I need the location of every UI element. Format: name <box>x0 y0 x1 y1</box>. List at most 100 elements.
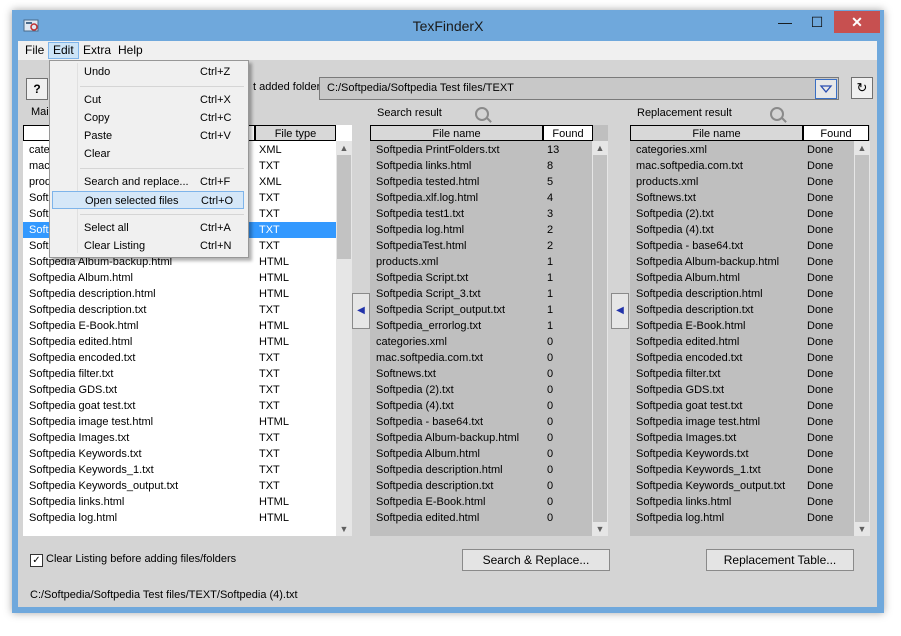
replacement-result-row[interactable]: Softpedia (4).txt Done <box>630 222 854 238</box>
search-result-row[interactable]: Softpedia PrintFolders.txt 13 <box>370 142 592 158</box>
search-result-row[interactable]: Softpedia Script.txt 1 <box>370 270 592 286</box>
scroll-down-icon[interactable]: ▼ <box>854 522 870 536</box>
replacement-result-row[interactable]: Softpedia (2).txt Done <box>630 206 854 222</box>
search-result-row[interactable]: Softpedia - base64.txt 0 <box>370 414 592 430</box>
replace-name-header[interactable]: File name <box>630 125 803 141</box>
menu-edit[interactable]: Edit <box>48 42 79 59</box>
move-left-button-2[interactable]: ◀ <box>611 293 629 329</box>
file-list-row[interactable]: Softpedia E-Book.html HTML <box>23 318 336 334</box>
path-dropdown-button[interactable] <box>815 79 837 99</box>
search-result-row[interactable]: Softpedia Script_output.txt 1 <box>370 302 592 318</box>
search-result-row[interactable]: products.xml 1 <box>370 254 592 270</box>
replacement-result-row[interactable]: products.xml Done <box>630 174 854 190</box>
search-result-row[interactable]: Softpedia (2).txt 0 <box>370 382 592 398</box>
search-result-row[interactable]: Softpedia log.html 2 <box>370 222 592 238</box>
refresh-button[interactable]: ↻ <box>851 77 873 99</box>
file-list-row[interactable]: Softpedia goat test.txt TXT <box>23 398 336 414</box>
scroll-up-icon[interactable]: ▲ <box>336 141 352 155</box>
file-list-row[interactable]: Softpedia Keywords_output.txt TXT <box>23 478 336 494</box>
replacement-result-row[interactable]: categories.xml Done <box>630 142 854 158</box>
edit-menu-item[interactable]: Select all Ctrl+A <box>52 219 244 237</box>
replacement-result-row[interactable]: Softpedia links.html Done <box>630 494 854 510</box>
edit-menu-item[interactable]: Paste Ctrl+V <box>52 127 244 145</box>
search-icon[interactable] <box>770 107 784 121</box>
scroll-thumb[interactable] <box>337 155 351 259</box>
replacement-result-row[interactable]: Softpedia Keywords_output.txt Done <box>630 478 854 494</box>
search-result-row[interactable]: Softpedia tested.html 5 <box>370 174 592 190</box>
file-list-row[interactable]: Softpedia log.html HTML <box>23 510 336 526</box>
scroll-up-icon[interactable]: ▲ <box>854 141 870 155</box>
search-replace-button[interactable]: Search & Replace... <box>462 549 610 571</box>
file-list-row[interactable]: Softpedia image test.html HTML <box>23 414 336 430</box>
replacement-result-row[interactable]: Softpedia filter.txt Done <box>630 366 854 382</box>
search-found-header[interactable]: Found <box>543 125 593 141</box>
title-bar[interactable]: TexFinderX — ☐ ✕ <box>12 10 884 41</box>
replacement-result-row[interactable]: mac.softpedia.com.txt Done <box>630 158 854 174</box>
replacement-result-row[interactable]: Softpedia image test.html Done <box>630 414 854 430</box>
replacement-result-row[interactable]: Softpedia Images.txt Done <box>630 430 854 446</box>
close-button[interactable]: ✕ <box>834 11 880 33</box>
replace-found-header[interactable]: Found <box>803 125 869 141</box>
file-list-row[interactable]: Softpedia Keywords.txt TXT <box>23 446 336 462</box>
search-result-row[interactable]: Softpedia E-Book.html 0 <box>370 494 592 510</box>
search-result-row[interactable]: Softpedia Album-backup.html 0 <box>370 430 592 446</box>
replacement-result-row[interactable]: Softpedia Album-backup.html Done <box>630 254 854 270</box>
edit-menu-item[interactable]: Undo Ctrl+Z <box>52 63 244 81</box>
file-list-row[interactable]: Softpedia Keywords_1.txt TXT <box>23 462 336 478</box>
search-result-row[interactable]: Softpedia description.txt 0 <box>370 478 592 494</box>
menu-help[interactable]: Help <box>114 43 147 58</box>
replacement-result-row[interactable]: Softpedia description.txt Done <box>630 302 854 318</box>
search-result-row[interactable]: Softpedia links.html 8 <box>370 158 592 174</box>
move-left-button[interactable]: ◀ <box>352 293 370 329</box>
replacement-result-row[interactable]: Softpedia Album.html Done <box>630 270 854 286</box>
file-list-row[interactable]: Softpedia description.html HTML <box>23 286 336 302</box>
search-result-row[interactable]: Softpedia Script_3.txt 1 <box>370 286 592 302</box>
search-result-row[interactable]: Softpedia_errorlog.txt 1 <box>370 318 592 334</box>
search-result-row[interactable]: Softpedia Album.html 0 <box>370 446 592 462</box>
search-icon[interactable] <box>475 107 489 121</box>
replacement-result-row[interactable]: Softpedia encoded.txt Done <box>630 350 854 366</box>
replacement-result-row[interactable]: Softpedia E-Book.html Done <box>630 318 854 334</box>
scroll-down-icon[interactable]: ▼ <box>592 522 608 536</box>
file-list-row[interactable]: Softpedia encoded.txt TXT <box>23 350 336 366</box>
menu-extra[interactable]: Extra <box>79 43 115 58</box>
folder-path-combo[interactable]: C:/Softpedia/Softpedia Test files/TEXT <box>319 77 839 100</box>
edit-menu-item[interactable]: Open selected files Ctrl+O <box>52 191 244 209</box>
search-scrollbar[interactable]: ▲ ▼ <box>592 141 608 536</box>
clear-listing-checkbox[interactable]: ✓ <box>30 554 43 567</box>
replace-scrollbar[interactable]: ▲ ▼ <box>854 141 870 536</box>
search-result-row[interactable]: Softpedia (4).txt 0 <box>370 398 592 414</box>
scroll-thumb[interactable] <box>593 155 607 522</box>
search-result-row[interactable]: Softpedia test1.txt 3 <box>370 206 592 222</box>
edit-menu-item[interactable]: Cut Ctrl+X <box>52 91 244 109</box>
file-list-row[interactable]: Softpedia description.txt TXT <box>23 302 336 318</box>
replacement-result-row[interactable]: Softpedia GDS.txt Done <box>630 382 854 398</box>
minimize-button[interactable]: — <box>769 11 801 33</box>
file-list-scrollbar[interactable]: ▲ ▼ <box>336 141 352 536</box>
replacement-result-row[interactable]: Softpedia edited.html Done <box>630 334 854 350</box>
search-result-panel[interactable]: File name Found Softpedia PrintFolders.t… <box>370 125 608 536</box>
edit-menu-item[interactable]: Search and replace... Ctrl+F <box>52 173 244 191</box>
edit-menu-item[interactable]: Copy Ctrl+C <box>52 109 244 127</box>
menu-file[interactable]: File <box>21 43 48 58</box>
search-result-row[interactable]: Softpedia edited.html 0 <box>370 510 592 526</box>
file-list-type-header[interactable]: File type <box>255 125 336 141</box>
search-result-row[interactable]: Softpedia description.html 0 <box>370 462 592 478</box>
replacement-result-row[interactable]: Softpedia goat test.txt Done <box>630 398 854 414</box>
replacement-result-row[interactable]: Softpedia Keywords_1.txt Done <box>630 462 854 478</box>
file-list-row[interactable]: Softpedia Album.html HTML <box>23 270 336 286</box>
file-list-row[interactable]: Softpedia filter.txt TXT <box>23 366 336 382</box>
search-result-row[interactable]: Softnews.txt 0 <box>370 366 592 382</box>
help-button[interactable]: ? <box>26 78 48 100</box>
maximize-button[interactable]: ☐ <box>801 11 833 33</box>
file-list-row[interactable]: Softpedia Images.txt TXT <box>23 430 336 446</box>
file-list-row[interactable]: Softpedia edited.html HTML <box>23 334 336 350</box>
replacement-result-row[interactable]: Softpedia log.html Done <box>630 510 854 526</box>
search-result-row[interactable]: categories.xml 0 <box>370 334 592 350</box>
replacement-table-button[interactable]: Replacement Table... <box>706 549 854 571</box>
replacement-result-row[interactable]: Softpedia - base64.txt Done <box>630 238 854 254</box>
replacement-result-row[interactable]: Softpedia Keywords.txt Done <box>630 446 854 462</box>
edit-menu-item[interactable]: Clear <box>52 145 244 163</box>
scroll-thumb[interactable] <box>855 155 869 522</box>
search-name-header[interactable]: File name <box>370 125 543 141</box>
